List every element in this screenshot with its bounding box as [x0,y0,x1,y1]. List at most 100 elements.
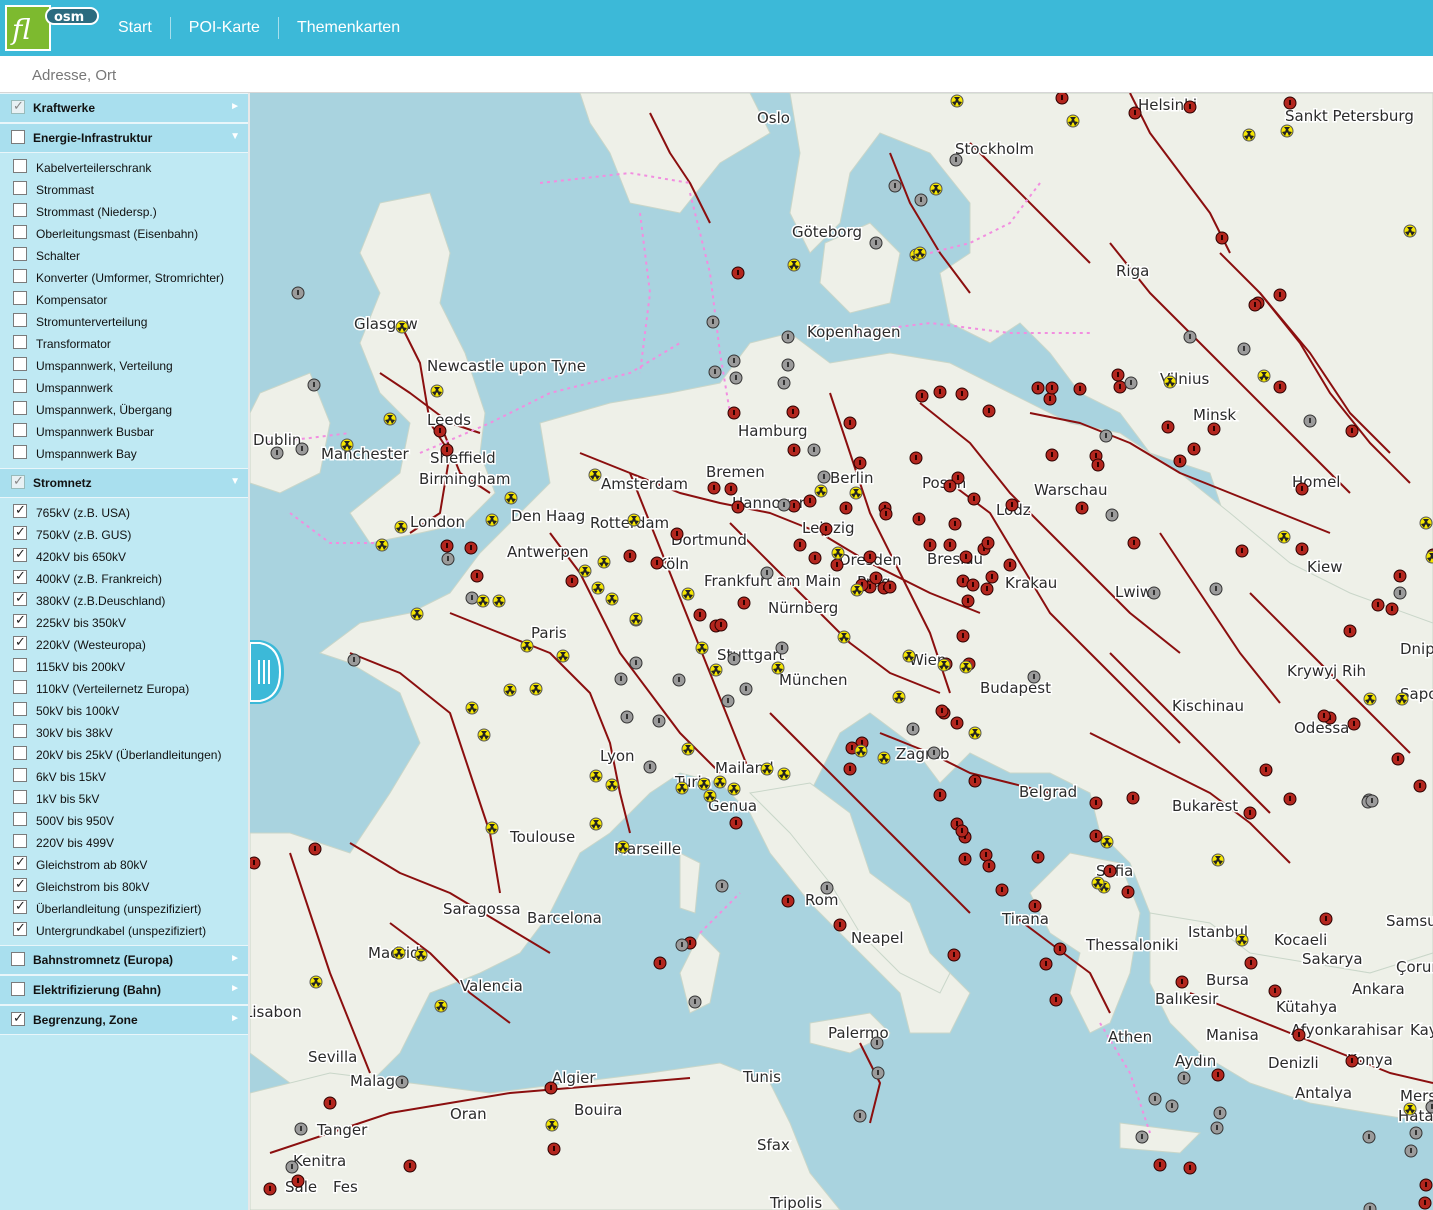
layer-item[interactable]: Umspannwerk Bay [0,442,248,464]
layer-checkbox[interactable] [13,502,27,518]
map-svg[interactable]: Oslo Stockholm Helsinki Sankt Petersburg… [250,93,1433,1210]
layer-group-stromnetz[interactable]: Stromnetz ▼ [0,468,248,498]
layer-group-elektrifizierung[interactable]: Elektrifizierung (Bahn) ► [0,975,248,1005]
layer-group-bahnstromnetz[interactable]: Bahnstromnetz (Europa) ► [0,945,248,975]
nav-poi-karte[interactable]: POI-Karte [171,17,278,39]
nav-start[interactable]: Start [100,17,170,39]
layer-checkbox[interactable] [13,247,27,261]
layer-item[interactable]: Konverter (Umformer, Stromrichter) [0,266,248,288]
layer-group-checkbox[interactable] [11,473,25,489]
other-power-plant-marker [781,330,795,344]
layer-checkbox[interactable] [13,379,27,393]
layer-item[interactable]: Kabelverteilerschrank [0,156,248,178]
layer-group-checkbox[interactable] [11,98,25,114]
layer-group-checkbox[interactable] [11,982,25,996]
layer-checkbox[interactable] [13,812,27,826]
layer-item[interactable]: 765kV (z.B. USA) [0,501,248,523]
layer-checkbox[interactable] [13,746,27,760]
nuclear-power-plant-marker [556,649,570,663]
layer-item[interactable]: Kompensator [0,288,248,310]
layer-checkbox[interactable] [13,658,27,672]
nuclear-power-plant-marker [1277,530,1291,544]
expand-arrow-icon[interactable]: ► [230,101,240,112]
layer-item[interactable]: Strommast [0,178,248,200]
sidebar-toggle-handle[interactable] [250,640,284,704]
layer-checkbox[interactable] [13,568,27,584]
address-search-input[interactable] [30,62,634,88]
collapse-arrow-icon[interactable]: ▼ [230,131,240,142]
layer-checkbox[interactable] [13,181,27,195]
layer-item[interactable]: Gleichstrom bis 80kV [0,875,248,897]
layer-item[interactable]: Überlandleitung (unspezifiziert) [0,897,248,919]
layer-group-checkbox[interactable] [11,952,25,966]
layer-item[interactable]: Strommast (Niedersp.) [0,200,248,222]
expand-arrow-icon[interactable]: ► [230,953,240,964]
layer-checkbox[interactable] [13,920,27,936]
layer-item[interactable]: 220V bis 499V [0,831,248,853]
layer-item[interactable]: 20kV bis 25kV (Überlandleitungen) [0,743,248,765]
layer-item[interactable]: 225kV bis 350kV [0,611,248,633]
layer-item[interactable]: Stromunterverteilung [0,310,248,332]
layer-checkbox[interactable] [13,790,27,804]
layer-checkbox[interactable] [13,313,27,327]
layer-checkbox[interactable] [13,159,27,173]
layer-item[interactable]: Schalter [0,244,248,266]
layer-checkbox[interactable] [13,724,27,738]
flosm-logo[interactable]: fl osm [4,4,100,52]
layer-checkbox[interactable] [13,225,27,239]
layer-item[interactable]: 50kV bis 100kV [0,699,248,721]
layer-item[interactable]: 750kV (z.B. GUS) [0,523,248,545]
layer-item[interactable]: 6kV bis 15kV [0,765,248,787]
layer-item[interactable]: 400kV (z.B. Frankreich) [0,567,248,589]
layer-group-checkbox[interactable] [11,130,25,144]
layer-checkbox[interactable] [13,634,27,650]
layer-item[interactable]: Oberleitungsmast (Eisenbahn) [0,222,248,244]
layer-item[interactable]: Umspannwerk Busbar [0,420,248,442]
expand-arrow-icon[interactable]: ► [230,1013,240,1024]
layer-checkbox[interactable] [13,335,27,349]
layer-item[interactable]: Umspannwerk [0,376,248,398]
layer-item[interactable]: 110kV (Verteilernetz Europa) [0,677,248,699]
layer-checkbox[interactable] [13,702,27,716]
layer-item[interactable]: 115kV bis 200kV [0,655,248,677]
layer-checkbox[interactable] [13,524,27,540]
fossil-power-plant-marker [955,387,969,401]
layer-group-begrenzung[interactable]: Begrenzung, Zone ► [0,1005,248,1035]
nav-themenkarten[interactable]: Themenkarten [279,17,418,39]
layer-checkbox[interactable] [13,898,27,914]
expand-arrow-icon[interactable]: ► [230,983,240,994]
layer-checkbox[interactable] [13,445,27,459]
layer-checkbox[interactable] [13,401,27,415]
layer-checkbox[interactable] [13,854,27,870]
map-canvas[interactable]: Oslo Stockholm Helsinki Sankt Petersburg… [250,93,1433,1210]
layer-checkbox[interactable] [13,546,27,562]
layer-item[interactable]: Umspannwerk, Übergang [0,398,248,420]
layer-group-checkbox[interactable] [11,1010,25,1026]
layer-checkbox[interactable] [13,876,27,892]
layer-checkbox[interactable] [13,269,27,283]
layer-checkbox[interactable] [13,423,27,437]
layer-item[interactable]: 380kV (z.B.Deuschland) [0,589,248,611]
fossil-power-plant-marker [1347,717,1361,731]
layer-item[interactable]: 500V bis 950V [0,809,248,831]
layer-checkbox[interactable] [13,590,27,606]
layer-item[interactable]: Gleichstrom ab 80kV [0,853,248,875]
other-power-plant-marker [715,879,729,893]
layer-item[interactable]: 220kV (Westeuropa) [0,633,248,655]
layer-checkbox[interactable] [13,612,27,628]
layer-item[interactable]: 420kV bis 650kV [0,545,248,567]
layer-item[interactable]: Untergrundkabel (unspezifiziert) [0,919,248,941]
layer-checkbox[interactable] [13,680,27,694]
layer-item[interactable]: Transformator [0,332,248,354]
layer-checkbox[interactable] [13,291,27,305]
layer-group-kraftwerke[interactable]: Kraftwerke ► [0,93,248,123]
layer-item[interactable]: Umspannwerk, Verteilung [0,354,248,376]
layer-item[interactable]: 30kV bis 38kV [0,721,248,743]
layer-checkbox[interactable] [13,203,27,217]
layer-checkbox[interactable] [13,357,27,371]
collapse-arrow-icon[interactable]: ▼ [230,476,240,487]
layer-item[interactable]: 1kV bis 5kV [0,787,248,809]
layer-checkbox[interactable] [13,834,27,848]
layer-group-energie-infrastruktur[interactable]: Energie-Infrastruktur ▼ [0,123,248,153]
layer-checkbox[interactable] [13,768,27,782]
